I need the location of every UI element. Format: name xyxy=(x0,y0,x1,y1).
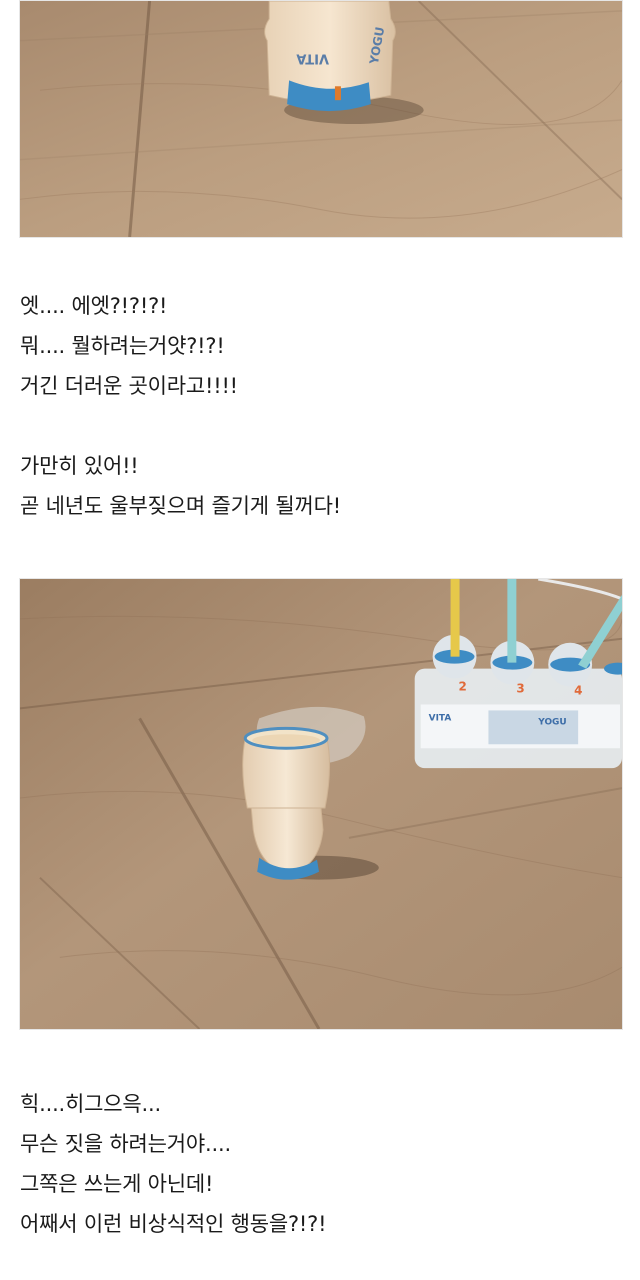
text-line: 가만히 있어!! xyxy=(20,454,139,478)
post-text-section-1: 엣.... 에엣?!?!?! 뭐.... 뭘하려는거얏?!?! 거긴 더러운 곳… xyxy=(20,288,620,528)
straw xyxy=(450,579,460,657)
text-line: 엣.... 에엣?!?!?! xyxy=(20,294,168,318)
text-line: 힉....히그으윽... xyxy=(20,1092,161,1116)
post-text-section-2: 힉....히그으윽... 무슨 짓을 하려는거야.... 그쪽은 쓰는게 아닌데… xyxy=(20,1086,620,1246)
straw-number: 3 xyxy=(516,682,524,696)
pack-label-yogu: YOGU xyxy=(537,717,566,727)
straw-number: 2 xyxy=(459,680,467,694)
photo-yogurt-bottle-on-floor: VITA YOGU xyxy=(19,0,623,238)
text-line: 곧 네년도 울부짖으며 즐기게 될꺼다! xyxy=(20,494,341,518)
photo-stacked-bottles-and-pack: 2 3 4 VITA YOGU xyxy=(19,578,623,1030)
bottle-label-vita: VITA xyxy=(296,51,329,66)
straw xyxy=(507,579,517,663)
text-line: 뭐.... 뭘하려는거얏?!?! xyxy=(20,334,225,358)
pack-label-vita: VITA xyxy=(429,713,452,723)
text-line: 어째서 이런 비상식적인 행동을?!?! xyxy=(20,1212,327,1236)
text-line: 거긴 더러운 곳이라고!!!! xyxy=(20,374,238,398)
text-line: 무슨 짓을 하려는거야.... xyxy=(20,1132,231,1156)
straw-number: 4 xyxy=(574,683,582,697)
text-line: 그쪽은 쓰는게 아닌데! xyxy=(20,1172,214,1196)
